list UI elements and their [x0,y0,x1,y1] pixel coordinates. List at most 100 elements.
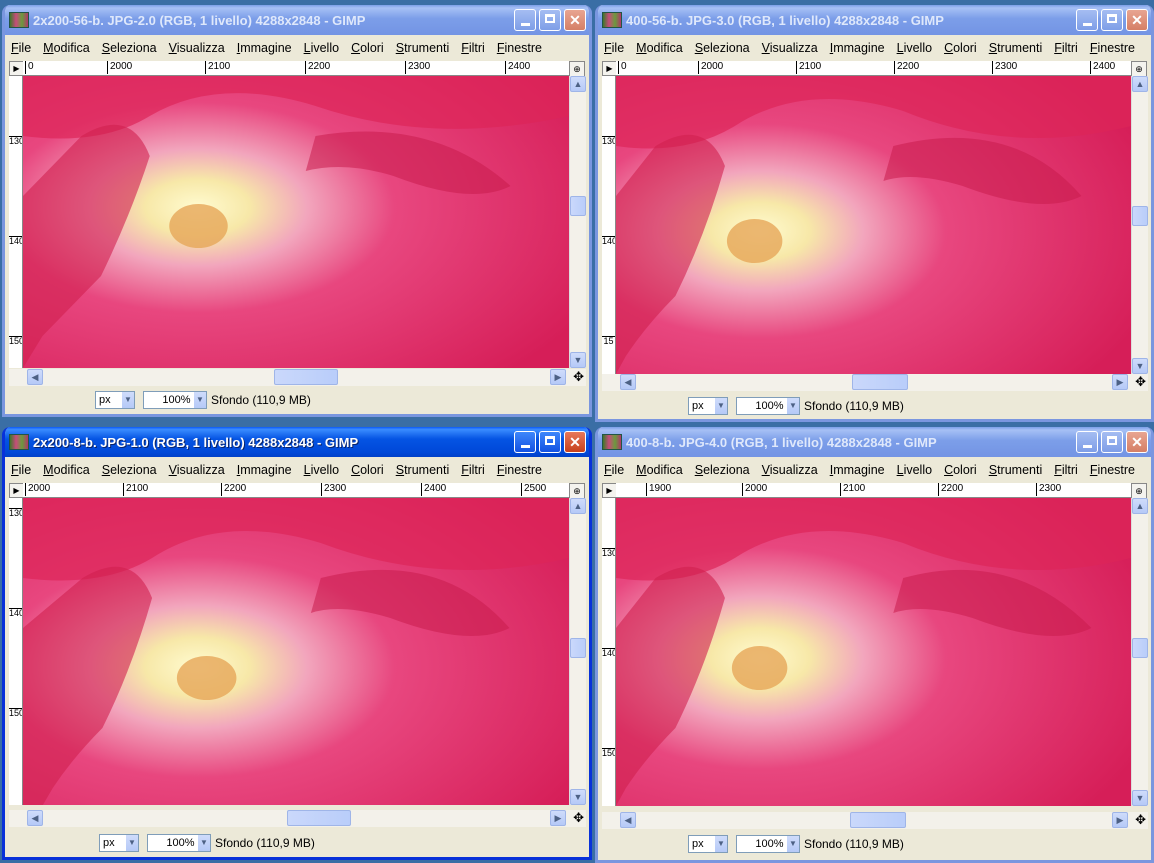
minimize-button[interactable] [514,431,536,453]
scroll-thumb[interactable] [570,196,586,216]
menu-filtri[interactable]: Filtri [461,463,485,477]
gimp-window-3[interactable]: 2x200-8-b. JPG-1.0 (RGB, 1 livello) 4288… [2,427,592,860]
menu-modifica[interactable]: Modifica [636,463,683,477]
scroll-left-button[interactable]: ◀ [620,812,636,828]
menu-file[interactable]: File [604,463,624,477]
menu-modifica[interactable]: Modifica [636,41,683,55]
vertical-scrollbar[interactable]: ▲ ▼ [569,76,586,368]
minimize-button[interactable] [514,9,536,31]
unit-select[interactable]: px ▼ [688,397,728,415]
scroll-right-button[interactable]: ▶ [550,810,566,826]
horizontal-scrollbar[interactable]: ◀ ▶ ✥ [9,369,586,386]
menu-strumenti[interactable]: Strumenti [396,463,450,477]
maximize-button[interactable] [1101,431,1123,453]
menu-filtri[interactable]: Filtri [461,41,485,55]
zoom-select[interactable]: 100% ▼ [147,834,211,852]
menu-file[interactable]: File [604,41,624,55]
quick-mask-toggle[interactable]: ▶ [9,483,24,498]
menu-immagine[interactable]: Immagine [830,41,885,55]
menu-visualizza[interactable]: Visualizza [169,41,225,55]
zoom-select[interactable]: 100% ▼ [143,391,207,409]
gimp-window-1[interactable]: 2x200-56-b. JPG-2.0 (RGB, 1 livello) 428… [2,5,592,417]
scroll-left-button[interactable]: ◀ [620,374,636,390]
horizontal-scrollbar[interactable]: ◀ ▶ ✥ [9,810,586,827]
image-canvas[interactable] [616,76,1131,374]
menu-seleziona[interactable]: Seleziona [102,41,157,55]
menu-modifica[interactable]: Modifica [43,463,90,477]
vertical-ruler[interactable]: 1300 1400 1500 [9,498,23,805]
scroll-up-button[interactable]: ▲ [570,76,586,92]
close-button[interactable]: ✕ [564,431,586,453]
zoom-icon[interactable]: ⊕ [569,483,585,499]
minimize-button[interactable] [1076,431,1098,453]
scroll-right-button[interactable]: ▶ [1112,374,1128,390]
horizontal-ruler[interactable]: 1900 2000 2100 2200 2300 [616,483,1131,498]
title-bar[interactable]: 2x200-56-b. JPG-2.0 (RGB, 1 livello) 428… [5,5,589,35]
horizontal-ruler[interactable]: 0 2000 2100 2200 2300 2400 [23,61,569,76]
quick-mask-toggle[interactable]: ▶ [602,61,617,76]
scroll-thumb[interactable] [1132,206,1148,226]
menu-strumenti[interactable]: Strumenti [989,41,1043,55]
quick-mask-toggle[interactable]: ▶ [9,61,24,76]
menu-colori[interactable]: Colori [351,463,384,477]
scroll-up-button[interactable]: ▲ [1132,498,1148,514]
vertical-ruler[interactable]: 1300 1400 15 [602,76,616,374]
gimp-window-2[interactable]: 400-56-b. JPG-3.0 (RGB, 1 livello) 4288x… [595,5,1154,422]
scroll-left-button[interactable]: ◀ [27,810,43,826]
unit-select[interactable]: px ▼ [95,391,135,409]
menu-filtri[interactable]: Filtri [1054,463,1078,477]
close-button[interactable]: ✕ [1126,9,1148,31]
navigate-icon[interactable]: ✥ [573,810,584,826]
menu-visualizza[interactable]: Visualizza [762,41,818,55]
quick-mask-toggle[interactable]: ▶ [602,483,617,498]
menu-file[interactable]: File [11,463,31,477]
menu-filtri[interactable]: Filtri [1054,41,1078,55]
navigate-icon[interactable]: ✥ [1135,812,1146,828]
horizontal-scrollbar[interactable]: ◀ ▶ ✥ [602,374,1148,391]
zoom-select[interactable]: 100% ▼ [736,835,800,853]
navigate-icon[interactable]: ✥ [1135,374,1146,390]
menu-immagine[interactable]: Immagine [237,463,292,477]
vertical-scrollbar[interactable]: ▲ ▼ [1131,76,1148,374]
scroll-thumb[interactable] [1132,638,1148,658]
vertical-scrollbar[interactable]: ▲ ▼ [569,498,586,805]
image-canvas[interactable] [616,498,1131,806]
menu-visualizza[interactable]: Visualizza [762,463,818,477]
image-canvas[interactable] [23,498,569,805]
scroll-down-button[interactable]: ▼ [570,352,586,368]
scroll-up-button[interactable]: ▲ [1132,76,1148,92]
vertical-scrollbar[interactable]: ▲ ▼ [1131,498,1148,806]
unit-select[interactable]: px ▼ [688,835,728,853]
menu-file[interactable]: File [11,41,31,55]
menu-strumenti[interactable]: Strumenti [989,463,1043,477]
horizontal-scrollbar[interactable]: ◀ ▶ ✥ [602,812,1148,829]
scroll-thumb[interactable] [850,812,906,828]
menu-finestre[interactable]: Finestre [497,41,542,55]
zoom-select[interactable]: 100% ▼ [736,397,800,415]
vertical-ruler[interactable]: 1300 1400 150 [9,76,23,368]
menu-finestre[interactable]: Finestre [1090,463,1135,477]
zoom-icon[interactable]: ⊕ [1131,61,1147,77]
scroll-right-button[interactable]: ▶ [1112,812,1128,828]
menu-visualizza[interactable]: Visualizza [169,463,225,477]
title-bar[interactable]: 2x200-8-b. JPG-1.0 (RGB, 1 livello) 4288… [5,427,589,457]
menu-finestre[interactable]: Finestre [497,463,542,477]
vertical-ruler[interactable]: 1300 1400 1500 [602,498,616,806]
close-button[interactable]: ✕ [1126,431,1148,453]
navigate-icon[interactable]: ✥ [573,369,584,385]
menu-seleziona[interactable]: Seleziona [695,41,750,55]
menu-colori[interactable]: Colori [944,41,977,55]
menu-seleziona[interactable]: Seleziona [695,463,750,477]
scroll-left-button[interactable]: ◀ [27,369,43,385]
scroll-up-button[interactable]: ▲ [570,498,586,514]
menu-livello[interactable]: Livello [897,41,932,55]
menu-livello[interactable]: Livello [897,463,932,477]
horizontal-ruler[interactable]: 2000 2100 2200 2300 2400 2500 [23,483,569,498]
minimize-button[interactable] [1076,9,1098,31]
scroll-down-button[interactable]: ▼ [1132,790,1148,806]
menu-livello[interactable]: Livello [304,463,339,477]
title-bar[interactable]: 400-56-b. JPG-3.0 (RGB, 1 livello) 4288x… [598,5,1151,35]
menu-modifica[interactable]: Modifica [43,41,90,55]
menu-colori[interactable]: Colori [944,463,977,477]
close-button[interactable]: ✕ [564,9,586,31]
